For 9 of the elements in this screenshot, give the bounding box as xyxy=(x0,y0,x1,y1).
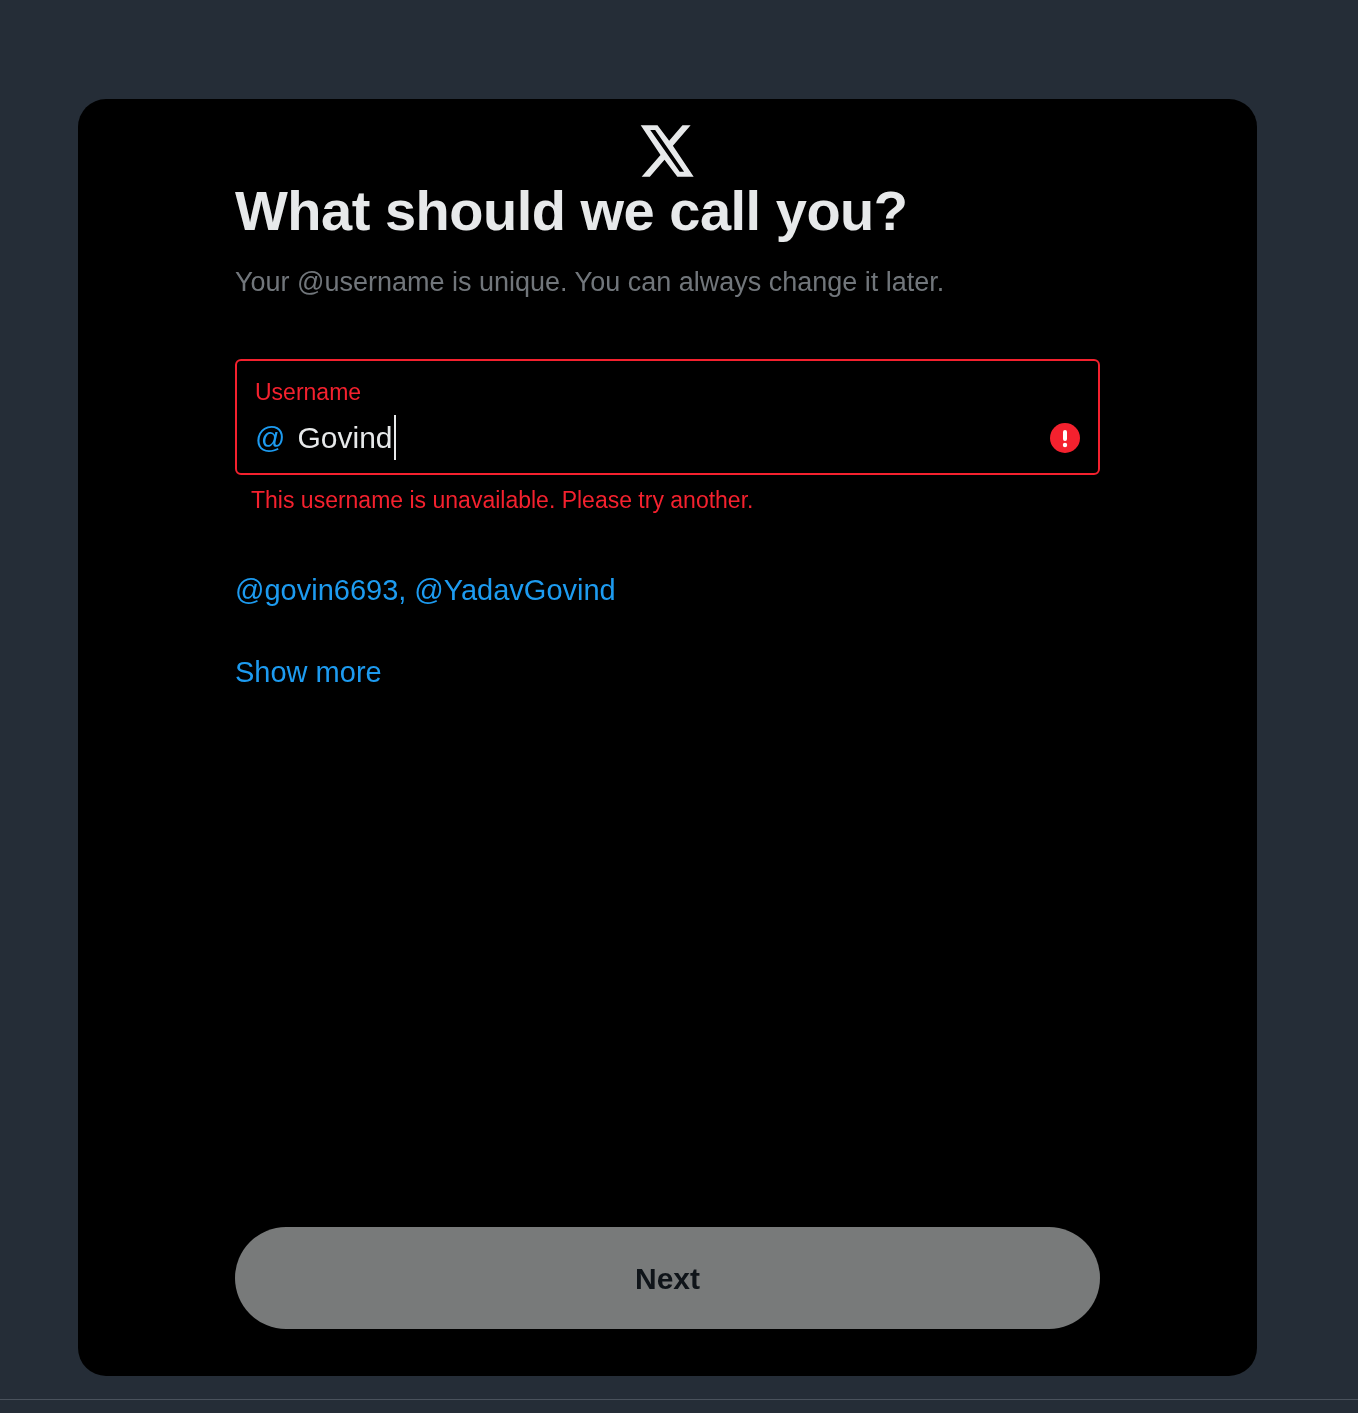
username-field[interactable]: Username @ Govind xyxy=(235,358,1100,475)
suggestion-link[interactable]: @YadavGovind xyxy=(414,569,616,613)
heading: What should we call you? xyxy=(235,178,909,244)
show-more-link[interactable]: Show more xyxy=(235,650,382,695)
logo-icon xyxy=(639,125,696,177)
suggestion-link[interactable]: @govin6693, xyxy=(235,569,407,613)
error-icon xyxy=(1050,422,1080,453)
subtitle: Your @username is unique. You can always change it later. xyxy=(235,266,946,300)
error-message: This username is unavailable. Please try another. xyxy=(251,485,755,515)
